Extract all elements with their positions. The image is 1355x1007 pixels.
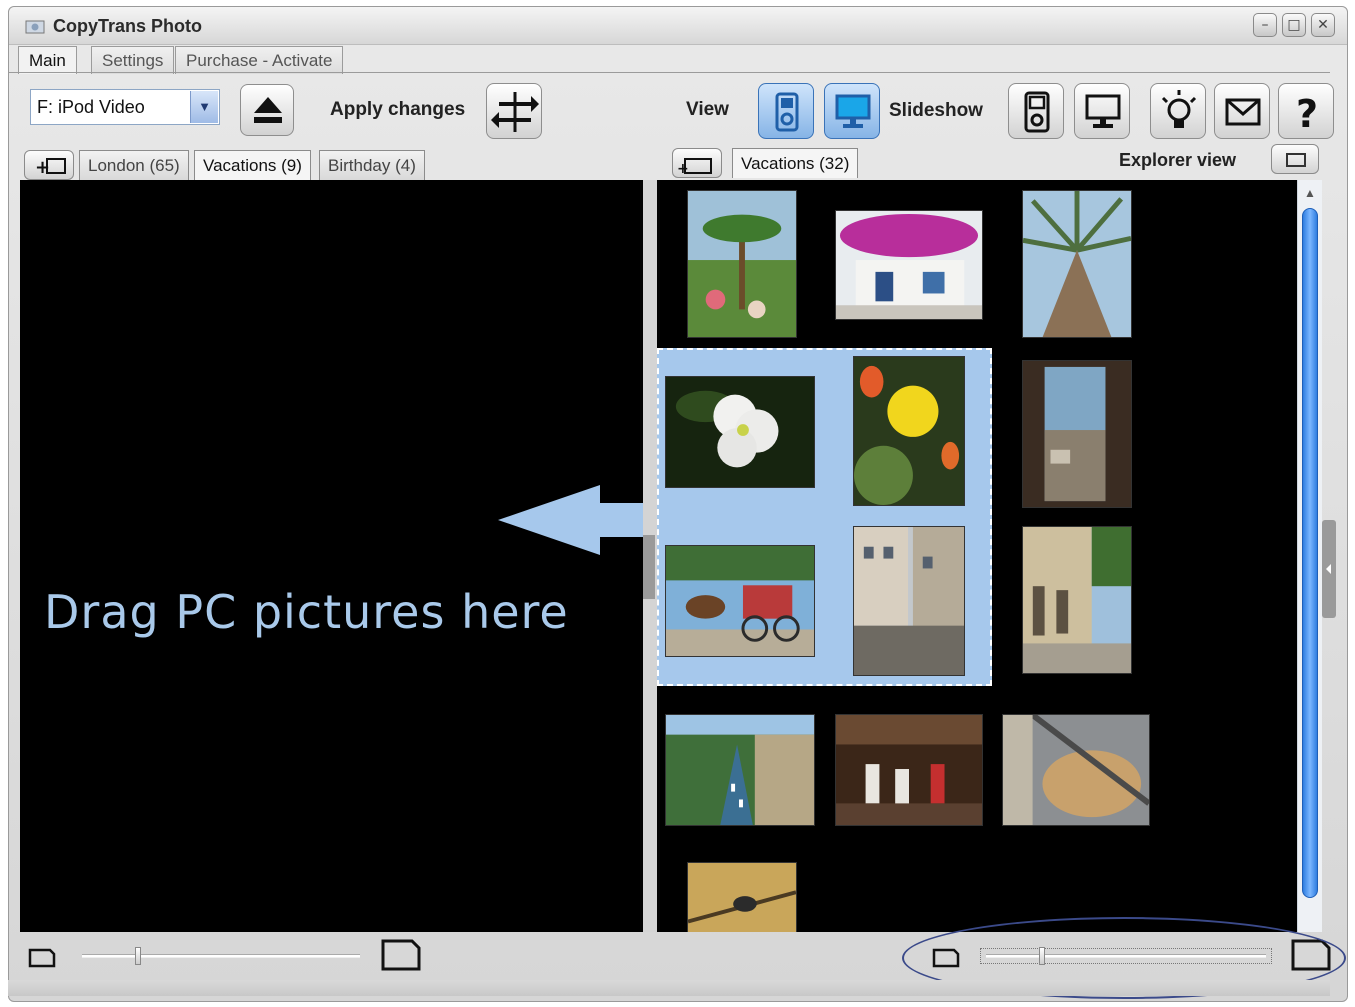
photo-thumbnail[interactable] [835,210,983,320]
horse-carriage-image [666,546,814,656]
photo-thumbnail[interactable] [835,714,983,826]
window-icon [1286,153,1306,167]
arcade-street-image [1023,527,1131,673]
bird-on-branch-image [688,863,796,932]
collapse-handle[interactable] [1322,520,1336,618]
photo-thumbnail[interactable] [665,714,815,826]
large-thumbnail-icon[interactable] [380,938,422,972]
photo-thumbnail[interactable] [687,190,797,338]
close-button[interactable]: ✕ [1311,13,1335,37]
album-tab-london[interactable]: London (65) [79,150,189,180]
view-pc-button[interactable] [824,83,880,139]
pane-splitter[interactable] [643,180,657,932]
tab-main[interactable]: Main [18,46,77,74]
photo-thumbnail[interactable] [853,356,965,506]
slideshow-pc-button[interactable] [1074,83,1130,139]
app-logo-icon [25,20,45,34]
apply-changes-label: Apply changes [330,99,466,120]
pc-add-folder-button[interactable]: + [672,148,722,178]
window-title: CopyTrans Photo [53,16,203,36]
maximize-button[interactable]: □ [1282,13,1306,37]
swap-arrows-icon [491,92,539,132]
tips-button[interactable] [1150,83,1206,139]
add-album-button[interactable]: + [24,150,74,180]
monitor-icon [835,94,871,128]
photo-thumbnail[interactable] [1022,360,1132,508]
device-select-value: F: iPod Video [37,97,145,117]
chevron-down-icon[interactable]: ▼ [190,91,218,123]
street-buildings-image [854,527,964,675]
photo-thumbnail[interactable] [1022,190,1132,338]
explorer-view-button[interactable] [1271,144,1319,174]
svg-text:?: ? [1296,92,1318,136]
arrow-left-icon [498,485,648,555]
monitor-slideshow-icon [1085,94,1121,128]
question-icon: ? [1296,92,1318,136]
window-view-image [1023,361,1131,507]
ipod-drop-area[interactable]: Drag PC pictures here [20,180,648,932]
chevron-left-icon [1326,564,1331,574]
palm-garden-image [688,191,796,337]
lightbulb-icon [1161,90,1197,128]
photo-thumbnail[interactable] [687,862,797,932]
album-tab-vacations[interactable]: Vacations (9) [194,150,311,180]
status-bar [8,980,1330,996]
ipod-icon [775,92,799,132]
envelope-icon [1225,98,1261,126]
help-button[interactable]: ? [1278,83,1334,139]
drop-hint-text: Drag PC pictures here [44,585,569,639]
small-thumbnail-icon[interactable] [28,946,58,970]
explorer-view-label: Explorer view [1119,150,1237,170]
mail-button[interactable] [1214,83,1270,139]
title-bar: CopyTrans Photo – □ ✕ [9,7,1347,45]
yellow-cactus-flower-image [854,357,964,505]
svg-text:+: + [677,161,689,177]
add-album-icon: + [35,157,66,178]
slideshow-ipod-button[interactable] [1008,83,1064,139]
photo-thumbnail[interactable] [1002,714,1150,826]
apply-changes-button[interactable] [486,83,542,139]
minimize-button[interactable]: – [1253,13,1277,37]
harbor-image [666,715,814,825]
white-flower-image [666,377,814,487]
tab-settings[interactable]: Settings [91,46,175,74]
vertical-scrollbar[interactable]: ▲ [1297,180,1322,932]
view-ipod-button[interactable] [758,83,814,139]
device-select[interactable]: F: iPod Video ▼ [30,89,220,125]
bougainvillea-house-image [836,211,982,319]
tab-purchase-activate[interactable]: Purchase - Activate [175,46,344,74]
photo-thumbnail[interactable] [853,526,965,676]
ipod-slideshow-icon [1024,91,1050,133]
pc-photo-grid[interactable] [657,180,1297,932]
slideshow-label: Slideshow [889,100,983,121]
view-label: View [686,99,729,120]
ipod-zoom-slider-thumb[interactable] [134,947,141,965]
album-tab-birthday[interactable]: Birthday (4) [319,150,425,180]
eject-icon [254,97,282,123]
pc-album-tab-vacations[interactable]: Vacations (32) [732,148,859,178]
folk-dancers-image [836,715,982,825]
scroll-up-arrow-icon[interactable]: ▲ [1300,184,1320,202]
folder-icon: + [677,158,712,177]
photo-thumbnail[interactable] [665,545,815,657]
ipod-zoom-slider-track[interactable] [82,954,360,958]
photo-thumbnail[interactable] [665,376,815,488]
palm-trunk-image [1023,191,1131,337]
photo-thumbnail[interactable] [1022,526,1132,674]
splitter-handle[interactable] [643,535,655,599]
cat-closeup-image [1003,715,1149,825]
eject-button[interactable] [240,84,294,136]
scroll-thumb[interactable] [1302,208,1318,898]
